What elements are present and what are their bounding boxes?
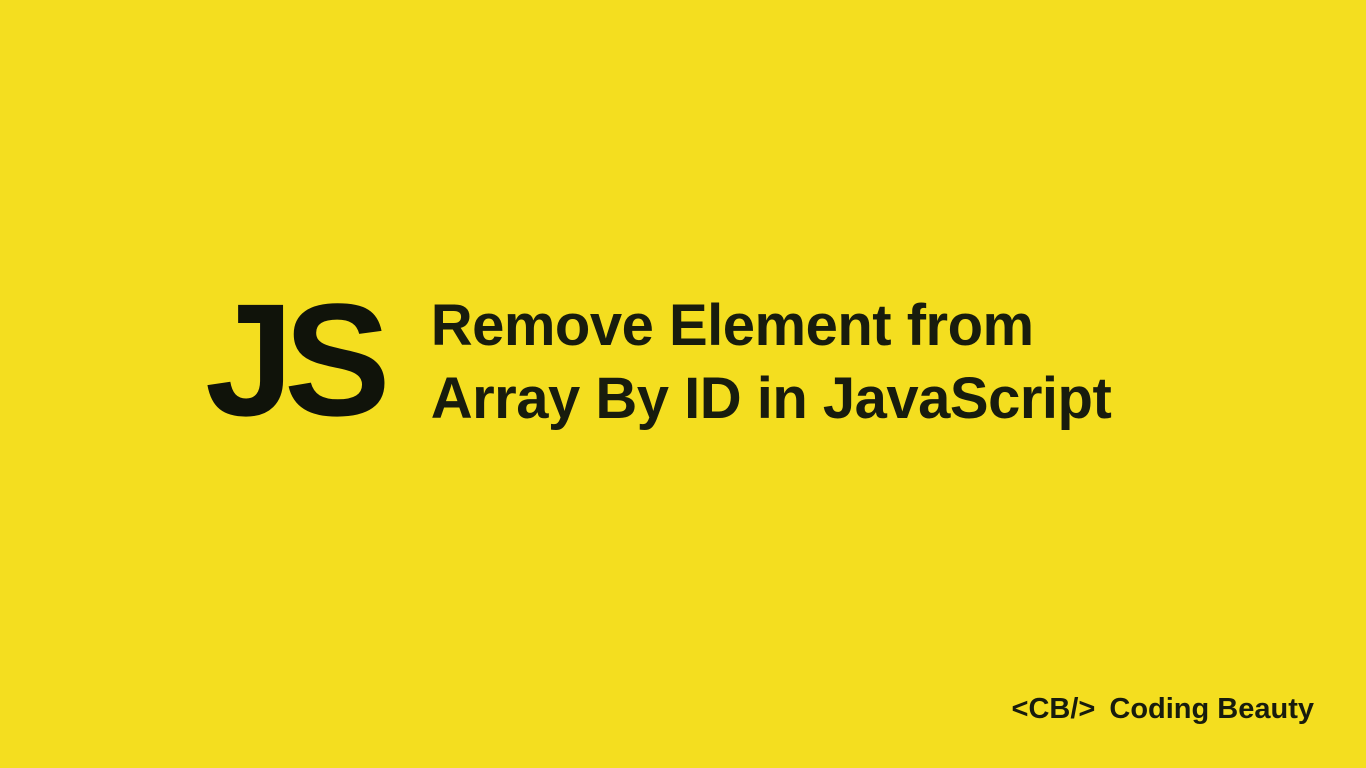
title-line-1: Remove Element from (431, 290, 1112, 363)
title-line-2: Array By ID in JavaScript (431, 363, 1112, 436)
main-content: JS Remove Element from Array By ID in Ja… (0, 280, 1366, 440)
title-block: Remove Element from Array By ID in JavaS… (431, 290, 1112, 435)
brand-name: Coding Beauty (1109, 693, 1314, 726)
brand-tag: <CB/> (1012, 693, 1096, 726)
brand-footer: <CB/> Coding Beauty (1012, 693, 1314, 726)
js-logo: JS (205, 280, 381, 440)
